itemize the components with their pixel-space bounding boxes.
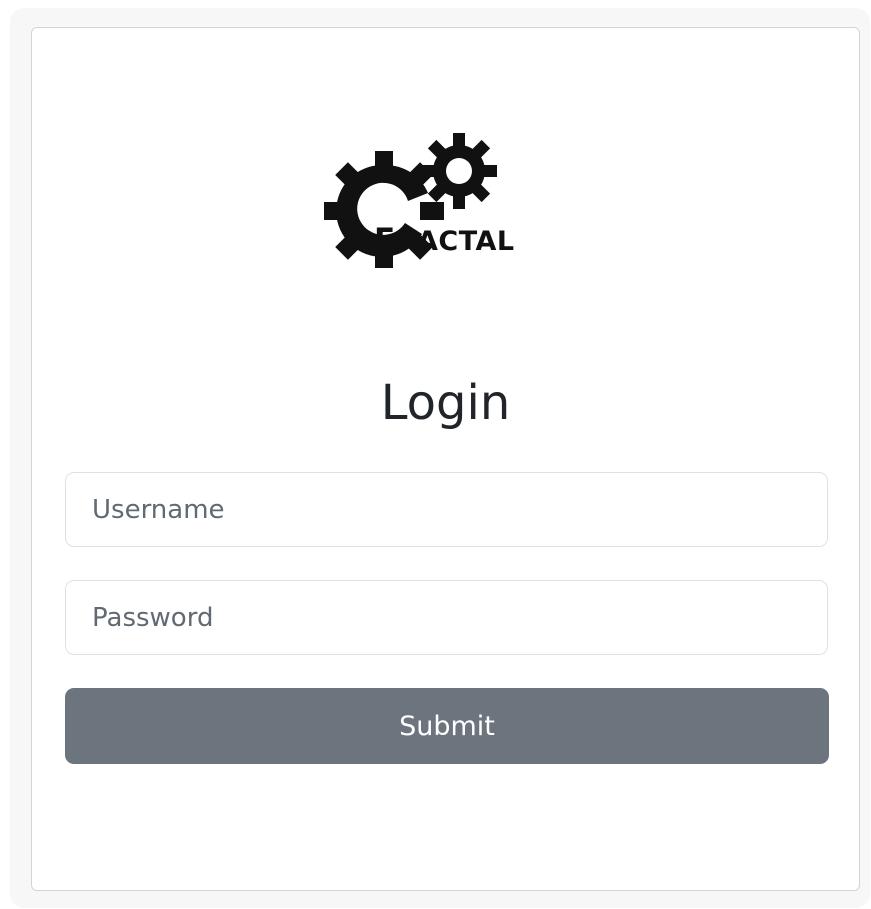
brand-name: FRACTAL [374, 225, 515, 256]
brand-logo: FRACTAL [322, 126, 567, 268]
password-input[interactable] [65, 580, 828, 655]
login-card: FRACTAL Login Submit [31, 27, 860, 891]
submit-button[interactable]: Submit [65, 688, 829, 764]
brand-name-rest: RACTAL [395, 226, 515, 257]
username-input[interactable] [65, 472, 828, 547]
brand-name-first: F [374, 222, 396, 258]
page-title: Login [380, 375, 511, 431]
